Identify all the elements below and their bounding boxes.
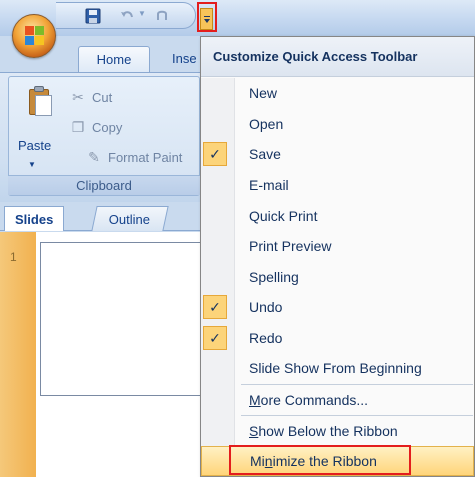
office-button[interactable]	[12, 14, 56, 58]
undo-icon[interactable]	[116, 7, 138, 25]
customize-button-highlight	[197, 2, 217, 32]
menu-item-label: Undo	[249, 299, 283, 315]
save-icon[interactable]	[82, 7, 104, 25]
menu-item-undo[interactable]: ✓ Undo	[201, 292, 474, 322]
menu-item-print-preview[interactable]: Print Preview	[201, 231, 474, 261]
minimize-ribbon-highlight	[229, 445, 411, 475]
chevron-down-icon[interactable]: ▼	[28, 160, 36, 169]
redo-icon[interactable]	[152, 7, 174, 25]
paste-icon	[26, 86, 52, 118]
menu-item-label: More Commands...	[249, 392, 369, 408]
menu-item-more-commands[interactable]: More Commands...	[201, 385, 474, 415]
menu-item-save[interactable]: ✓ Save	[201, 139, 474, 169]
quick-access-toolbar: ▼	[56, 2, 196, 29]
tab-outline-label: Outline	[109, 212, 151, 227]
format-painter-button[interactable]: ✎ Format Paint	[86, 147, 182, 167]
menu-item-label: Spelling	[249, 269, 299, 285]
menu-item-slide-show[interactable]: Slide Show From Beginning	[201, 353, 474, 383]
menu-item-redo[interactable]: ✓ Redo	[201, 323, 474, 353]
menu-item-new[interactable]: New	[201, 78, 474, 108]
copy-icon: ❐	[71, 118, 85, 135]
paste-button[interactable]: Paste ▼	[12, 80, 60, 172]
paste-label: Paste	[18, 138, 52, 153]
menu-item-label: Save	[249, 146, 281, 162]
menu-item-show-below-ribbon[interactable]: Show Below the Ribbon	[201, 416, 474, 446]
menu-item-email[interactable]: E-mail	[201, 170, 474, 200]
menu-item-label: New	[249, 85, 278, 101]
menu-item-label: Redo	[249, 330, 283, 346]
menu-item-label: E-mail	[249, 177, 289, 193]
clipboard-group-label: Clipboard	[8, 175, 200, 195]
format-painter-label: Format Paint	[108, 149, 183, 165]
brush-icon: ✎	[88, 148, 100, 165]
scissors-icon: ✂	[72, 88, 84, 105]
checkmark-icon: ✓	[203, 142, 227, 166]
copy-button[interactable]: ❐ Copy	[70, 117, 123, 137]
menu-item-label: Print Preview	[249, 238, 332, 254]
checkmark-icon: ✓	[203, 326, 227, 350]
checkmark-icon: ✓	[203, 295, 227, 319]
slide-number: 1	[10, 250, 17, 264]
menu-item-label: Open	[249, 116, 284, 132]
customize-qat-menu: Customize Quick Access Toolbar New Open …	[200, 36, 475, 477]
undo-dropdown-icon[interactable]: ▼	[138, 9, 146, 18]
tab-home[interactable]: Home	[78, 46, 150, 72]
menu-header: Customize Quick Access Toolbar	[201, 37, 474, 77]
cut-label: Cut	[92, 89, 113, 105]
menu-item-label: Show Below the Ribbon	[249, 423, 398, 439]
copy-label: Copy	[92, 119, 123, 135]
menu-item-open[interactable]: Open	[201, 109, 474, 139]
slide-number-strip	[0, 232, 36, 477]
slide-thumbnail[interactable]	[40, 242, 208, 396]
office-logo-icon	[25, 26, 45, 46]
menu-item-spelling[interactable]: Spelling	[201, 262, 474, 292]
powerpoint-window: ▼ Home Inse Paste ▼ ✂ Cut ❐ Copy ✎ Forma…	[0, 0, 475, 477]
cut-button[interactable]: ✂ Cut	[70, 87, 112, 107]
tab-slides[interactable]: Slides	[4, 206, 65, 231]
menu-item-quick-print[interactable]: Quick Print	[201, 201, 474, 231]
menu-item-label: Slide Show From Beginning	[249, 360, 422, 376]
menu-item-label: Quick Print	[249, 208, 318, 224]
tab-outline[interactable]: Outline	[91, 206, 169, 231]
